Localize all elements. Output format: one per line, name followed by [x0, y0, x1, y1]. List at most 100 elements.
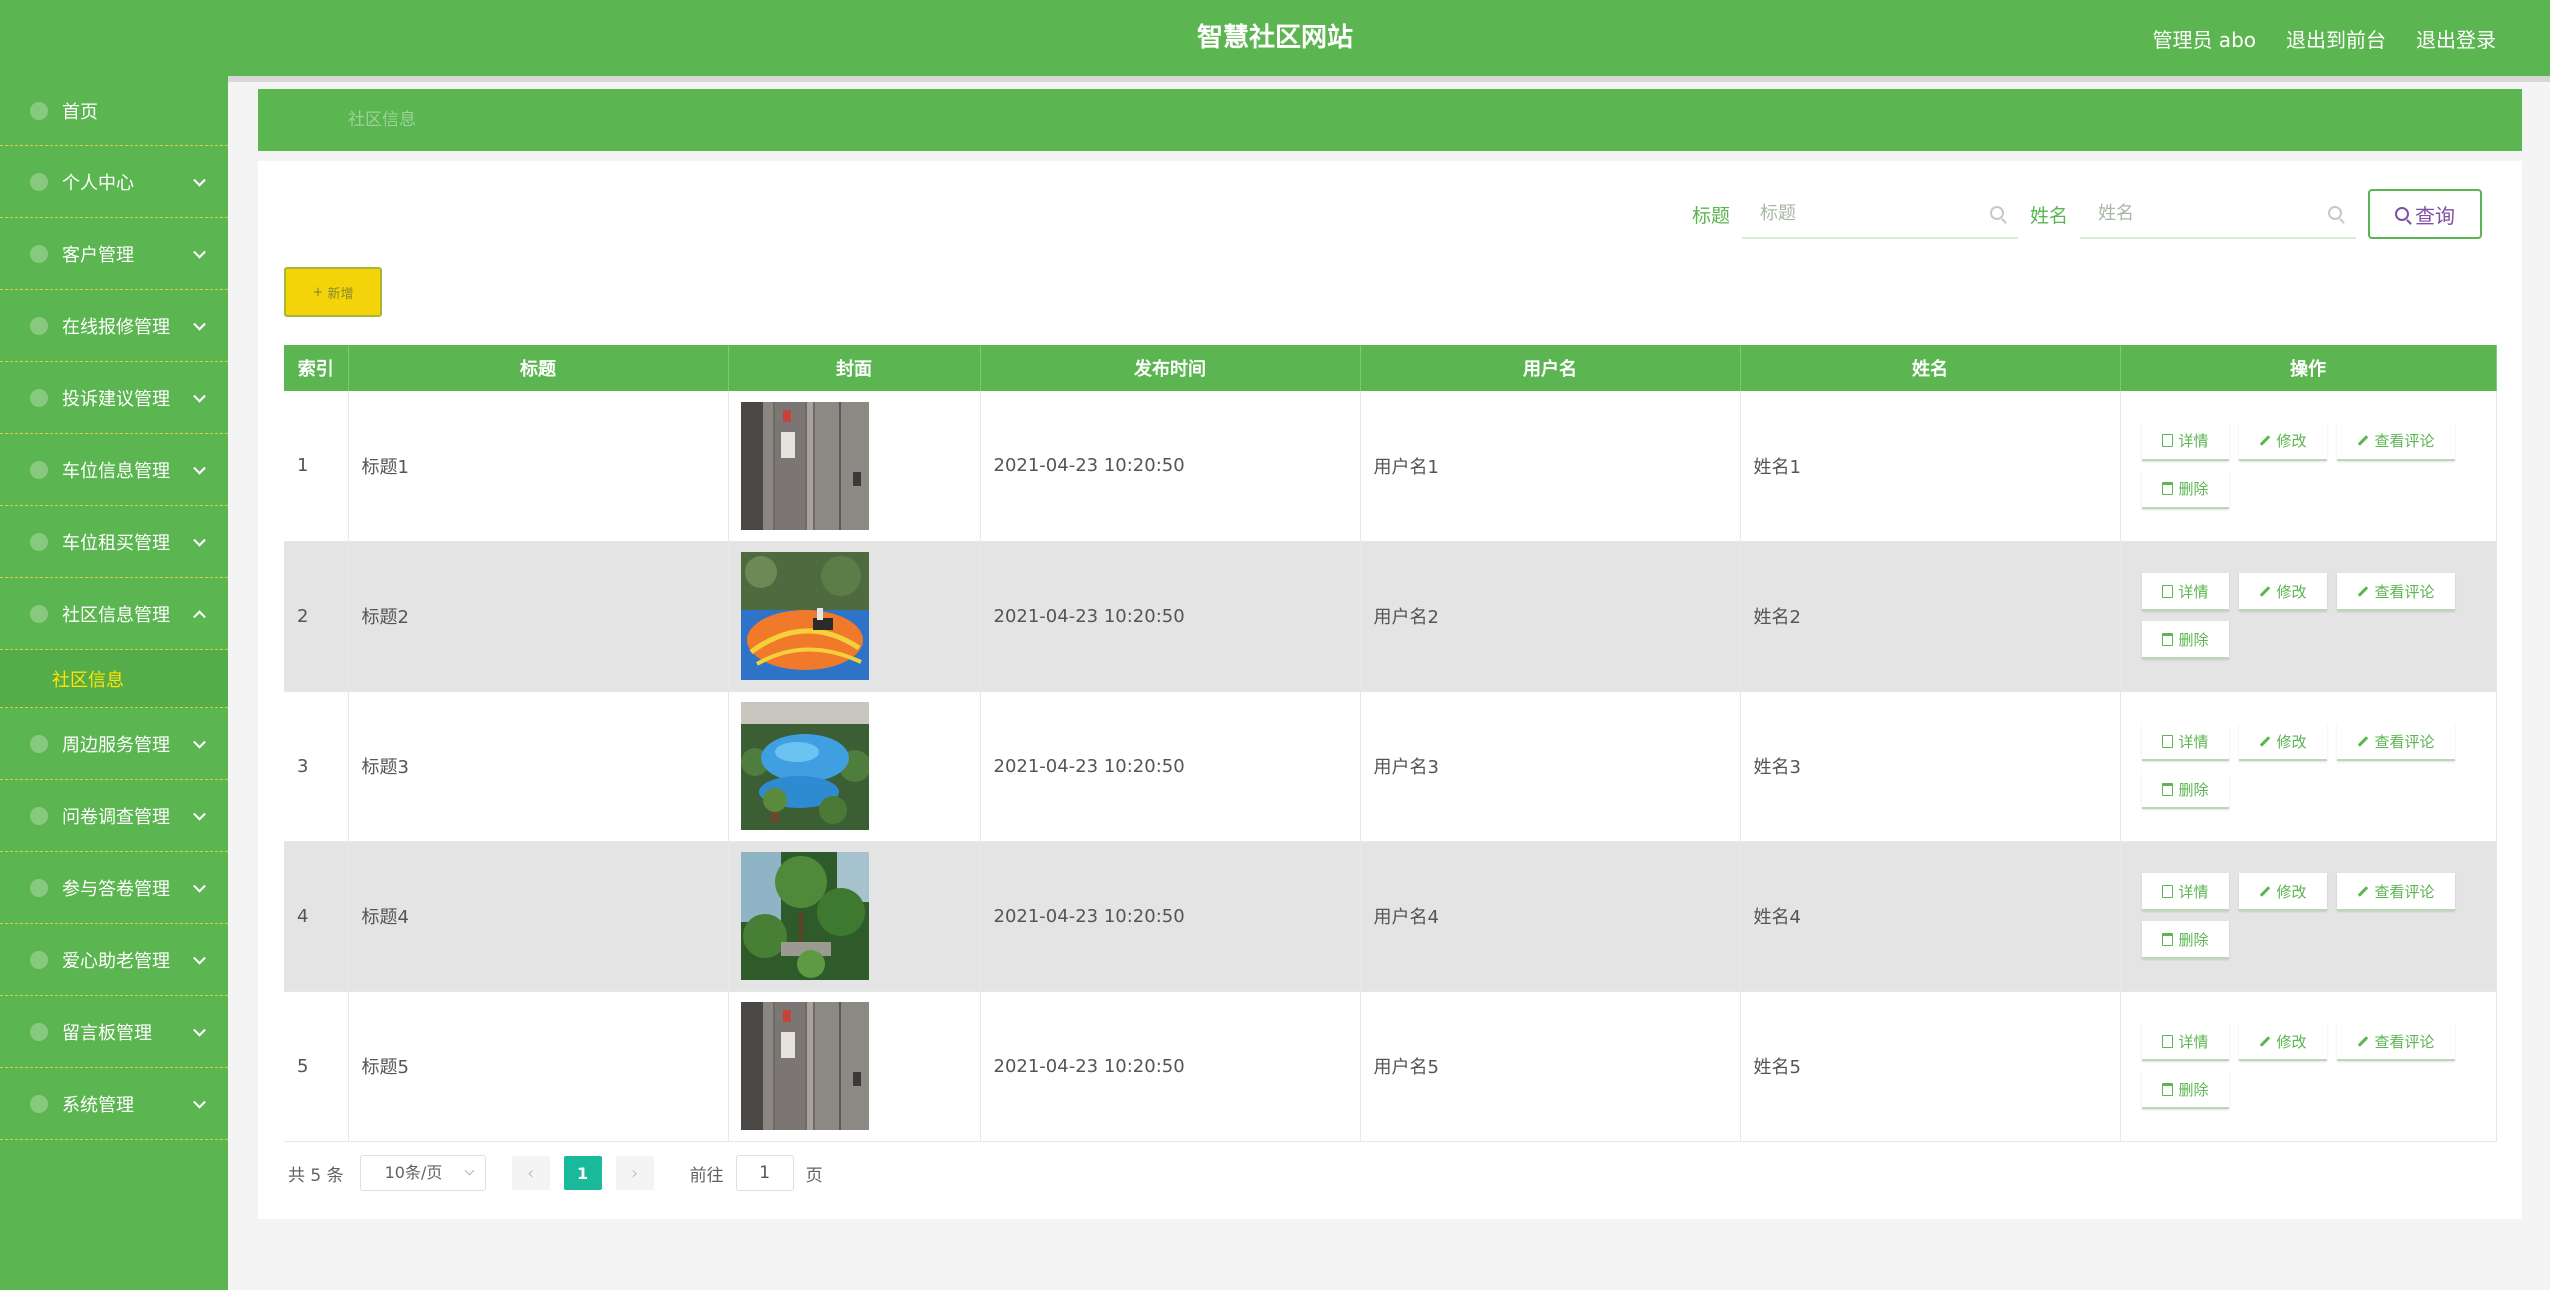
cell-title: 标题5 [348, 991, 729, 1142]
sidebar-subitem-community-info[interactable]: 社区信息 [0, 650, 228, 708]
chevron-down-icon [193, 807, 206, 821]
cell-time: 2021-04-23 10:20:50 [980, 541, 1361, 692]
pencil-icon [2259, 585, 2270, 597]
cell-title: 标题2 [348, 541, 729, 692]
chevron-left-icon: ‹ [527, 1162, 535, 1184]
goto-label: 前往 [689, 1165, 724, 1186]
cell-username: 用户名2 [1360, 541, 1741, 692]
sidebar-item-customers[interactable]: 客户管理 [0, 218, 228, 290]
col-header-title[interactable]: 标题 [348, 345, 729, 391]
logout-link[interactable]: 退出登录 [2416, 24, 2496, 53]
document-icon [2161, 734, 2173, 748]
user-icon [30, 172, 48, 191]
query-button[interactable]: 查询 [2368, 189, 2482, 239]
table-row: 1 标题1 2021-04-23 10:20:50 用户名1 姓名1 详情 修改… [284, 391, 2497, 542]
cell-name: 姓名3 [1740, 691, 2121, 842]
cell-name: 姓名4 [1740, 841, 2121, 992]
cover-image-garden[interactable] [740, 852, 869, 980]
sidebar-item-profile[interactable]: 个人中心 [0, 146, 228, 218]
pencil-icon [2357, 1035, 2368, 1047]
sidebar-item-complaints[interactable]: 投诉建议管理 [0, 362, 228, 434]
search-icon [2328, 206, 2342, 220]
sidebar-item-messages[interactable]: 留言板管理 [0, 996, 228, 1068]
cover-image-elevator[interactable] [740, 401, 869, 530]
name-search-label: 姓名 [2029, 204, 2068, 227]
table-header-row: 索引 标题 封面 发布时间 用户名 姓名 操作 [284, 345, 2497, 391]
sidebar-item-parking[interactable]: 车位信息管理 [0, 434, 228, 506]
answer-icon [30, 878, 48, 897]
cell-username: 用户名3 [1360, 691, 1741, 842]
add-button[interactable]: + 新增 [284, 267, 382, 317]
delete-button[interactable]: 删除 [2141, 470, 2229, 509]
sidebar-item-community[interactable]: 社区信息管理 [0, 578, 228, 650]
detail-button[interactable]: 详情 [2141, 422, 2229, 461]
cover-image-elevator[interactable] [740, 1002, 869, 1130]
sidebar-item-elderly-care[interactable]: 爱心助老管理 [0, 924, 228, 996]
header-links: 管理员 abo 退出到前台 退出登录 [2152, 0, 2496, 76]
next-page-button[interactable]: › [615, 1156, 654, 1190]
table-row: 3 标题3 2021-04-23 10:20:50 用户名3 姓名3 详情 修改… [284, 691, 2497, 842]
cell-name: 姓名2 [1740, 541, 2121, 692]
edit-button[interactable]: 修改 [2238, 1023, 2327, 1061]
chevron-up-icon [193, 609, 206, 623]
sidebar-item-repair[interactable]: 在线报修管理 [0, 290, 228, 362]
sidebar-item-answers[interactable]: 参与答卷管理 [0, 852, 228, 924]
chevron-down-icon [193, 1095, 206, 1109]
parking-icon [30, 460, 48, 479]
col-header-time[interactable]: 发布时间 [980, 345, 1361, 391]
cover-image-pool[interactable] [740, 702, 869, 830]
col-header-index[interactable]: 索引 [284, 345, 349, 391]
view-comments-button[interactable]: 查看评论 [2336, 723, 2455, 761]
document-icon [2161, 584, 2173, 598]
search-icon [2395, 207, 2409, 221]
sidebar: 首页 个人中心 客户管理 在线报修管理 投诉建议管理 车位信息管理 车位租买管理… [0, 76, 228, 1290]
title-search-input[interactable] [1741, 189, 2018, 237]
goto-page-input[interactable]: 1 [735, 1155, 794, 1191]
view-comments-button[interactable]: 查看评论 [2336, 873, 2455, 911]
edit-button[interactable]: 修改 [2238, 573, 2327, 611]
pencil-icon [2259, 435, 2270, 447]
sidebar-item-survey[interactable]: 问卷调查管理 [0, 780, 228, 852]
col-header-name[interactable]: 姓名 [1740, 345, 2121, 391]
delete-button[interactable]: 删除 [2141, 771, 2229, 809]
breadcrumb-current: 社区信息 [348, 110, 416, 130]
sidebar-item-system[interactable]: 系统管理 [0, 1068, 228, 1140]
trash-icon [2161, 1082, 2173, 1096]
delete-button[interactable]: 删除 [2141, 1071, 2229, 1109]
page-number-current[interactable]: 1 [563, 1156, 602, 1190]
edit-button[interactable]: 修改 [2238, 723, 2327, 761]
edit-button[interactable]: 修改 [2238, 873, 2327, 911]
detail-button[interactable]: 详情 [2141, 723, 2229, 761]
customer-icon [30, 244, 48, 263]
goto-suffix: 页 [805, 1165, 823, 1186]
detail-button[interactable]: 详情 [2141, 873, 2229, 911]
view-comments-button[interactable]: 查看评论 [2336, 573, 2455, 611]
sidebar-item-services[interactable]: 周边服务管理 [0, 708, 228, 780]
sidebar-item-home[interactable]: 首页 [0, 76, 228, 146]
exit-to-front-link[interactable]: 退出到前台 [2286, 24, 2386, 53]
detail-button[interactable]: 详情 [2141, 1023, 2229, 1061]
col-header-cover[interactable]: 封面 [728, 345, 981, 391]
chevron-down-icon [193, 951, 206, 965]
sidebar-item-parking-rent[interactable]: 车位租买管理 [0, 506, 228, 578]
view-comments-button[interactable]: 查看评论 [2336, 422, 2455, 461]
col-header-actions: 操作 [2120, 345, 2497, 391]
pencil-icon [2259, 1035, 2270, 1047]
main-panel: 标题 姓名 查询 + 新增 索引 标题 封面 发布时间 用户名 [258, 161, 2522, 1219]
name-search-input[interactable] [2080, 189, 2356, 237]
delete-button[interactable]: 删除 [2141, 921, 2229, 959]
detail-button[interactable]: 详情 [2141, 573, 2229, 611]
cell-index: 1 [284, 391, 349, 542]
delete-button[interactable]: 删除 [2141, 621, 2229, 659]
cell-time: 2021-04-23 10:20:50 [980, 841, 1361, 992]
trash-icon [2161, 632, 2173, 646]
data-table: 索引 标题 封面 发布时间 用户名 姓名 操作 1 标题1 2021-04-23… [284, 345, 2497, 1142]
view-comments-button[interactable]: 查看评论 [2336, 1023, 2455, 1061]
document-icon [2161, 1034, 2173, 1048]
page-size-select[interactable]: 10条/页 [359, 1155, 486, 1191]
edit-button[interactable]: 修改 [2238, 422, 2327, 461]
cell-title: 标题3 [348, 691, 729, 842]
prev-page-button[interactable]: ‹ [511, 1156, 550, 1190]
col-header-username[interactable]: 用户名 [1360, 345, 1741, 391]
cover-image-playground[interactable] [740, 552, 869, 680]
